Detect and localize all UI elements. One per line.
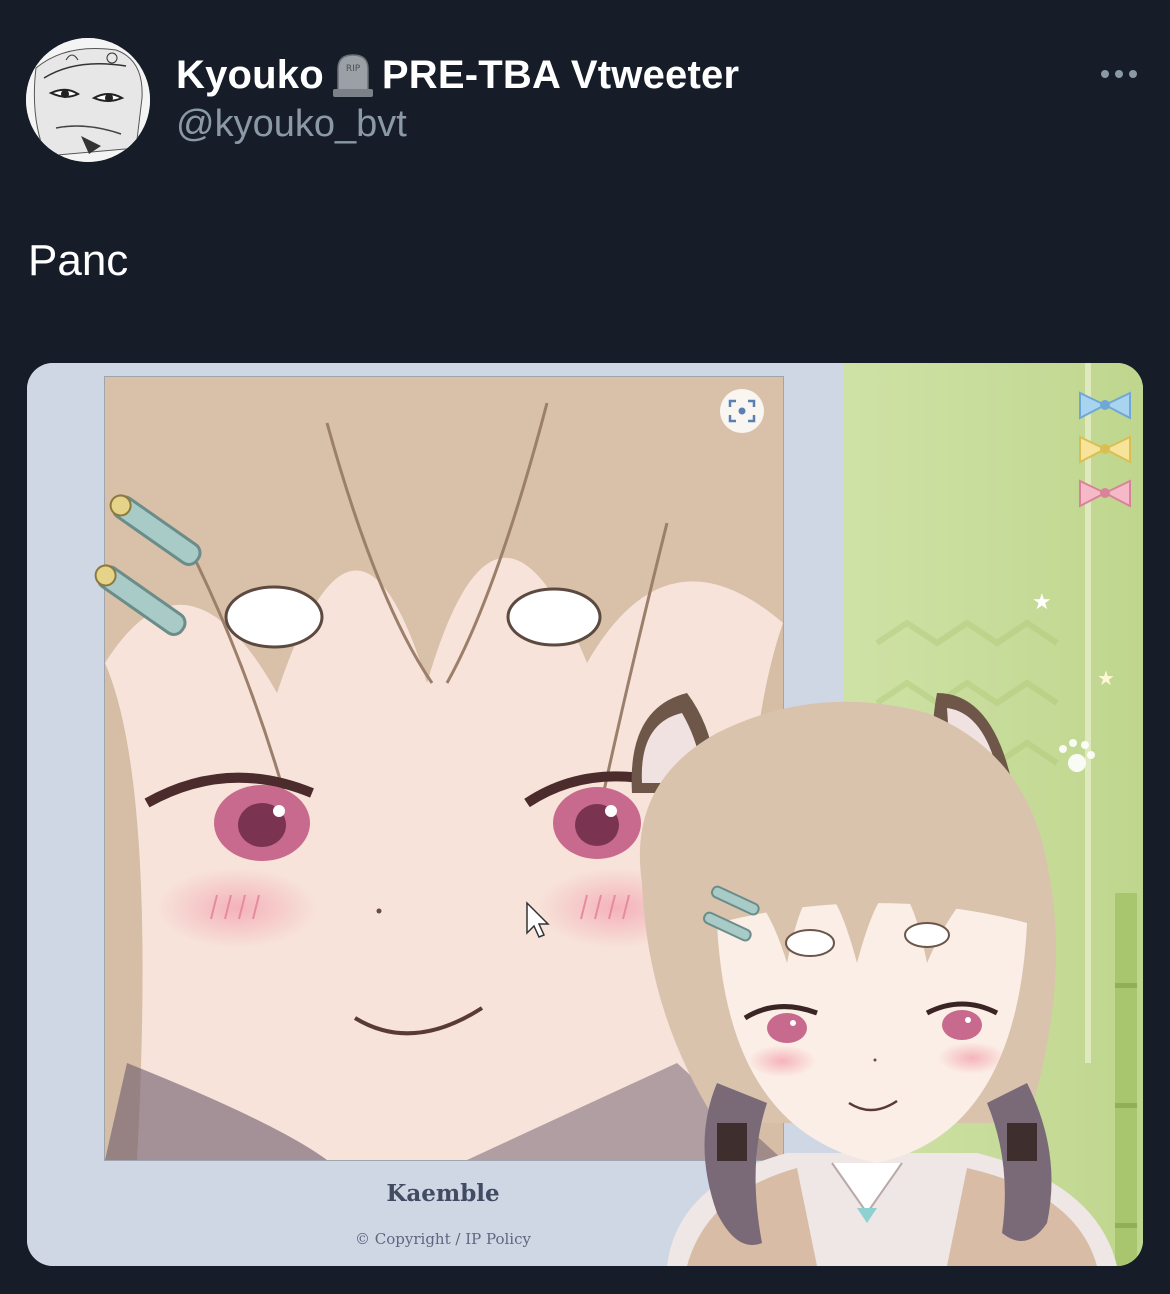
display-name-suffix: PRE-TBA Vtweeter	[381, 52, 740, 97]
more-options-button[interactable]	[1092, 60, 1146, 88]
tweet-media[interactable]: ★ ★ Kaemble © Copyright / IP Policy	[27, 363, 1143, 1266]
ellipsis-icon	[1129, 70, 1137, 78]
ellipsis-icon	[1115, 70, 1123, 78]
avatar[interactable]	[26, 38, 150, 162]
svg-text:RIP: RIP	[346, 64, 361, 74]
tweet-text: Panc	[28, 236, 129, 285]
tweet-view: Kyouko RIP PRE-TBA Vtweeter @kyouko_bvt …	[0, 0, 1170, 1294]
ellipsis-icon	[1101, 70, 1109, 78]
scan-icon	[720, 389, 764, 433]
svg-text:★: ★	[1097, 666, 1115, 690]
media-caption-title: Kaemble	[386, 1180, 499, 1207]
media-image: ★ ★ Kaemble © Copyright / IP Policy	[27, 363, 1143, 1266]
display-name: Kyouko	[176, 52, 324, 97]
media-caption-footer: © Copyright / IP Policy	[355, 1230, 531, 1248]
avatar-image	[26, 38, 150, 162]
author-handle[interactable]: @kyouko_bvt	[176, 103, 407, 146]
svg-text:★: ★	[1032, 590, 1052, 615]
headstone-icon: RIP	[332, 54, 373, 97]
author-name[interactable]: Kyouko RIP PRE-TBA Vtweeter	[176, 50, 739, 100]
